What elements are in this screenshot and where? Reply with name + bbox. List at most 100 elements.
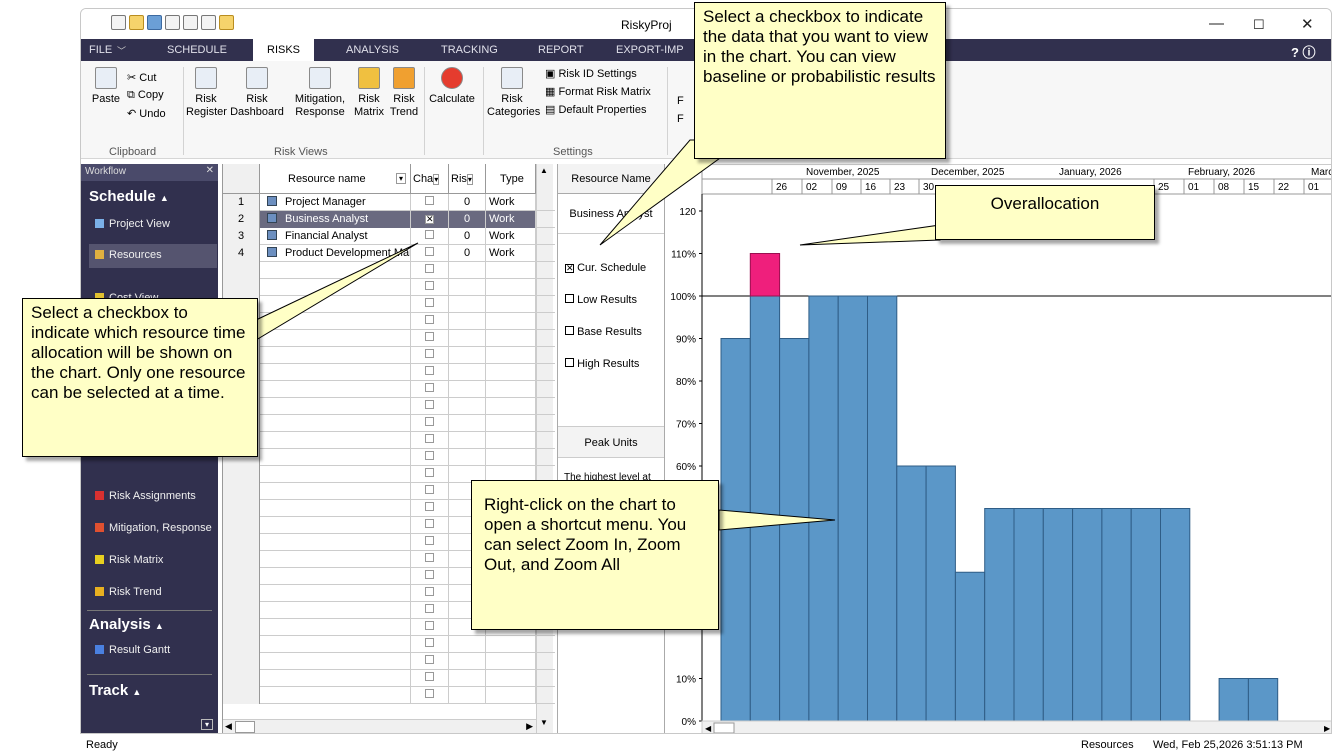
resource-name-cell[interactable] [260,347,411,364]
resource-name-cell[interactable] [260,568,411,585]
tab-tracking[interactable]: TRACKING [441,44,498,56]
table-row[interactable] [223,636,555,653]
chart-checkbox[interactable] [411,551,449,568]
resource-name-cell[interactable] [260,517,411,534]
resource-name-cell[interactable] [260,602,411,619]
table-row[interactable] [223,670,555,687]
chart-checkbox[interactable] [411,670,449,687]
table-row[interactable] [223,432,555,449]
chart-checkbox[interactable] [411,194,449,211]
undo-button[interactable]: ↶ Undo [127,107,166,120]
cut-button[interactable]: ✂ Cut [127,71,156,84]
partial-button[interactable]: F [677,95,684,107]
resource-name-cell[interactable] [260,279,411,296]
print-icon[interactable] [183,15,198,30]
tab-analysis[interactable]: ANALYSIS [346,44,399,56]
open-folder-icon[interactable] [129,15,144,30]
table-row[interactable]: 2 Business Analyst ✕ 0 Work [223,211,555,228]
chart-checkbox[interactable] [411,500,449,517]
col-resource-name[interactable]: Resource name ▾ [260,164,411,194]
copy-button[interactable]: ⧉ Copy [127,89,164,102]
dropdown-icon[interactable]: ▾ [201,719,213,730]
print-preview-icon[interactable] [165,15,180,30]
resource-name-cell[interactable]: Product Development Mar [260,245,411,262]
table-row[interactable] [223,296,555,313]
risk-trend-button[interactable]: Risk Trend [386,67,422,119]
resource-name-cell[interactable] [260,619,411,636]
workflow-item-risk-assignments[interactable]: Risk Assignments [95,490,196,502]
tab-file[interactable]: FILE [89,44,112,56]
horizontal-scrollbar[interactable]: ◀ ▶ [223,719,536,733]
risk-register-button[interactable]: Risk Register [186,67,227,119]
schedule-section[interactable]: Schedule ▲ [89,188,169,205]
base-results-checkbox[interactable]: Base Results [565,326,642,338]
risk-categories-button[interactable]: Risk Categories [487,67,540,119]
resource-name-cell[interactable] [260,313,411,330]
folder-icon[interactable] [219,15,234,30]
workflow-item-risk-trend[interactable]: Risk Trend [95,586,162,598]
paste-button[interactable]: Paste [91,67,121,106]
table-row[interactable] [223,279,555,296]
resource-name-cell[interactable] [260,364,411,381]
resource-name-cell[interactable] [260,585,411,602]
workflow-item-result-gantt[interactable]: Result Gantt [95,644,170,656]
resource-name-cell[interactable] [260,415,411,432]
resource-name-cell[interactable] [260,636,411,653]
chart-checkbox[interactable] [411,534,449,551]
resource-name-cell[interactable] [260,500,411,517]
chart-checkbox[interactable] [411,381,449,398]
help-icon[interactable]: ? ⓘ [1291,42,1316,61]
format-risk-matrix-button[interactable]: ▦ Format Risk Matrix [545,85,651,98]
table-row[interactable] [223,330,555,347]
chart-checkbox[interactable] [411,466,449,483]
chart-checkbox[interactable] [411,517,449,534]
col-type[interactable]: Type [486,164,536,194]
track-section[interactable]: Track ▲ [89,682,141,699]
table-row[interactable] [223,398,555,415]
table-row[interactable] [223,449,555,466]
zoom-icon[interactable] [201,15,216,30]
resource-name-cell[interactable]: Project Manager [260,194,411,211]
chart-checkbox[interactable] [411,568,449,585]
tab-schedule[interactable]: SCHEDULE [167,44,227,56]
table-row[interactable] [223,347,555,364]
resource-name-cell[interactable] [260,330,411,347]
chart-checkbox[interactable] [411,398,449,415]
chart-checkbox[interactable] [411,228,449,245]
table-row[interactable]: 1 Project Manager 0 Work [223,194,555,211]
mitigation-response-button[interactable]: Mitigation, Response [288,67,352,119]
save-icon[interactable] [147,15,162,30]
table-row[interactable] [223,415,555,432]
table-row[interactable] [223,262,555,279]
chart-checkbox[interactable] [411,296,449,313]
chart-checkbox[interactable] [411,636,449,653]
chart-checkbox[interactable] [411,415,449,432]
resource-name-cell[interactable] [260,449,411,466]
tab-export-import[interactable]: EXPORT-IMP [616,44,684,56]
table-row[interactable]: 4 Product Development Mar 0 Work [223,245,555,262]
table-row[interactable] [223,381,555,398]
chart-checkbox[interactable] [411,279,449,296]
workflow-item-risk-matrix[interactable]: Risk Matrix [95,554,163,566]
chart-checkbox[interactable] [411,653,449,670]
chart-checkbox[interactable] [411,585,449,602]
table-row[interactable] [223,653,555,670]
col-chart[interactable]: Cha▾ [411,164,449,194]
close-button[interactable]: ✕ [1301,15,1314,33]
resource-name-cell[interactable] [260,466,411,483]
minimize-button[interactable]: — [1209,15,1224,32]
chart-checkbox[interactable] [411,432,449,449]
risk-matrix-button[interactable]: Risk Matrix [351,67,387,119]
chart-checkbox[interactable] [411,347,449,364]
chart-checkbox[interactable] [411,483,449,500]
resource-name-cell[interactable] [260,381,411,398]
tab-report[interactable]: REPORT [538,44,584,56]
chart-checkbox[interactable]: ✕ [411,211,449,228]
calculate-button[interactable]: Calculate [427,67,477,106]
risk-id-settings-button[interactable]: ▣ Risk ID Settings [545,67,637,80]
resource-allocation-chart[interactable]: November, 2025 December, 2025 January, 202… [666,163,1331,733]
resource-name-cell[interactable] [260,483,411,500]
table-row[interactable]: 3 Financial Analyst 0 Work [223,228,555,245]
default-properties-button[interactable]: ▤ Default Properties [545,103,647,116]
partial-button[interactable]: F [677,113,684,125]
